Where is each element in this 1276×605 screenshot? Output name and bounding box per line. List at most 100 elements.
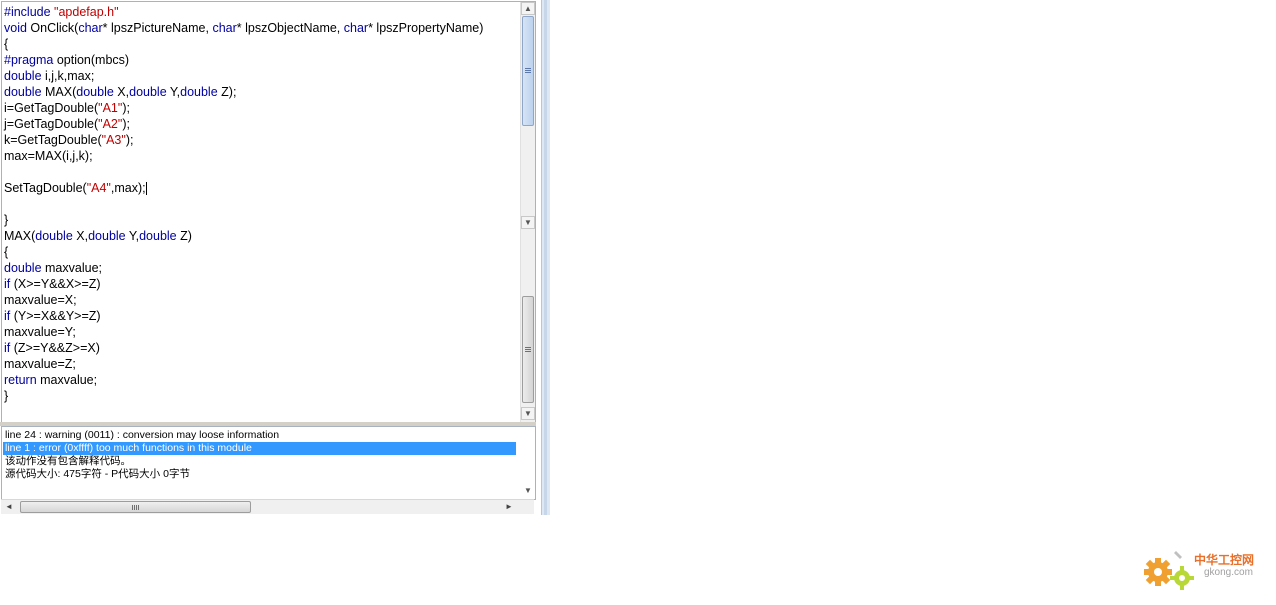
horizontal-scrollbar-thumb[interactable] — [20, 501, 251, 513]
code-text: ,max); — [110, 181, 146, 195]
code-lines[interactable]: #include "apdefap.h" void OnClick(char* l… — [4, 4, 483, 404]
output-scrollbar[interactable]: ▼ — [521, 427, 535, 499]
code-text: { — [4, 245, 9, 259]
code-line[interactable]: i=GetTagDouble("A1"); — [4, 100, 483, 116]
code-line[interactable]: max=MAX(i,j,k); — [4, 148, 483, 164]
code-text: MAX( — [41, 85, 77, 99]
code-text: maxvalue=X; — [4, 293, 77, 307]
code-text: Z) — [176, 229, 192, 243]
code-keyword: double — [129, 85, 167, 99]
code-keyword: double — [35, 229, 73, 243]
output-line[interactable]: line 24 : warning (0011) : conversion ma… — [3, 429, 279, 442]
output-line-selected[interactable]: line 1 : error (0xffff) too much functio… — [3, 442, 516, 455]
code-line[interactable]: { — [4, 244, 483, 260]
code-text: Y, — [166, 85, 181, 99]
code-keyword: double — [4, 85, 42, 99]
scroll-down-arrow-icon[interactable]: ▼ — [521, 485, 535, 498]
code-string: "A1" — [98, 101, 123, 115]
code-scrollbar-upper[interactable]: ▲ ▼ — [520, 2, 535, 230]
code-keyword: void — [4, 21, 27, 35]
code-line[interactable] — [4, 164, 483, 180]
code-line[interactable]: double maxvalue; — [4, 260, 483, 276]
code-line[interactable]: #pragma option(mbcs) — [4, 52, 483, 68]
output-line[interactable]: 源代码大小: 475字符 - P代码大小 0字节 — [3, 468, 190, 481]
code-string: "apdefap.h" — [54, 5, 119, 19]
code-line[interactable]: maxvalue=X; — [4, 292, 483, 308]
code-text: } — [4, 213, 9, 227]
code-line[interactable]: j=GetTagDouble("A2"); — [4, 116, 483, 132]
code-text: X, — [113, 85, 130, 99]
script-editor-window: #include "apdefap.h" void OnClick(char* l… — [0, 0, 542, 515]
code-line[interactable]: k=GetTagDouble("A3"); — [4, 132, 483, 148]
code-text: Z); — [217, 85, 237, 99]
code-keyword: double — [4, 69, 42, 83]
code-line[interactable]: if (Y>=X&&Y>=Z) — [4, 308, 483, 324]
scrollbar-thumb-upper[interactable] — [522, 16, 534, 126]
scroll-up-arrow-icon[interactable]: ▲ — [521, 2, 535, 15]
code-text: maxvalue; — [36, 373, 98, 387]
code-line[interactable]: return maxvalue; — [4, 372, 483, 388]
code-text: j=GetTagDouble( — [4, 117, 99, 131]
code-text: i=GetTagDouble( — [4, 101, 99, 115]
code-text: X, — [72, 229, 89, 243]
code-text: (Z>=Y&&Z>=X) — [10, 341, 100, 355]
gear-logo-icon — [1144, 551, 1194, 590]
watermark-site-name: 中华工控网 — [1194, 553, 1255, 567]
code-line[interactable]: maxvalue=Z; — [4, 356, 483, 372]
code-keyword: double — [4, 261, 42, 275]
code-text: ); — [122, 101, 130, 115]
code-line[interactable]: if (Z>=Y&&Z>=X) — [4, 340, 483, 356]
code-text: k=GetTagDouble( — [4, 133, 102, 147]
code-text: maxvalue=Y; — [4, 325, 76, 339]
code-keyword: #pragma — [4, 53, 54, 67]
code-text: (X>=Y&&X>=Z) — [10, 277, 101, 291]
output-panel[interactable]: line 24 : warning (0011) : conversion ma… — [1, 426, 536, 500]
code-text: SetTagDouble( — [4, 181, 87, 195]
code-text: * lpszPropertyName) — [368, 21, 484, 35]
code-string: "A4" — [86, 181, 111, 195]
code-line[interactable]: MAX(double X,double Y,double Z) — [4, 228, 483, 244]
output-horizontal-scrollbar[interactable]: ◄ ► — [1, 499, 534, 514]
code-keyword: char — [212, 21, 237, 35]
code-text: { — [4, 37, 9, 51]
code-line[interactable]: double i,j,k,max; — [4, 68, 483, 84]
text-caret — [145, 182, 147, 196]
code-line[interactable]: maxvalue=Y; — [4, 324, 483, 340]
scrollbar-thumb-lower[interactable] — [522, 296, 534, 403]
code-scrollbar-lower[interactable]: ▼ — [520, 230, 535, 422]
code-line[interactable]: void OnClick(char* lpszPictureName, char… — [4, 20, 483, 36]
code-keyword: char — [343, 21, 369, 35]
code-line[interactable]: #include "apdefap.h" — [4, 4, 483, 20]
code-text: ); — [125, 133, 134, 147]
code-editor[interactable]: #include "apdefap.h" void OnClick(char* l… — [1, 1, 536, 423]
code-keyword: double — [76, 85, 114, 99]
scroll-down-arrow-icon[interactable]: ▼ — [521, 216, 535, 229]
scroll-right-arrow-icon[interactable]: ► — [501, 500, 517, 514]
code-line[interactable] — [4, 196, 483, 212]
code-text: } — [4, 389, 9, 403]
code-line[interactable]: double MAX(double X,double Y,double Z); — [4, 84, 483, 100]
code-line[interactable]: } — [4, 388, 483, 404]
code-text: * lpszPictureName, — [102, 21, 213, 35]
code-text: OnClick( — [26, 21, 79, 35]
code-text: (Y>=X&&Y>=Z) — [10, 309, 101, 323]
code-text: * lpszObjectName, — [236, 21, 344, 35]
code-string: "A3" — [101, 133, 126, 147]
code-keyword: double — [139, 229, 177, 243]
code-line[interactable]: SetTagDouble("A4",max); — [4, 180, 483, 196]
code-keyword: #include — [4, 5, 55, 19]
code-text: max=MAX(i,j,k); — [4, 149, 93, 163]
output-line[interactable]: 该动作没有包含解释代码。 — [3, 455, 131, 468]
site-watermark: 中华工控网 gkong.com — [1140, 545, 1272, 600]
window-border — [541, 0, 550, 515]
code-line[interactable]: { — [4, 36, 483, 52]
code-line[interactable]: if (X>=Y&&X>=Z) — [4, 276, 483, 292]
watermark-domain: gkong.com — [1204, 567, 1253, 578]
scroll-down-arrow-icon[interactable]: ▼ — [521, 407, 535, 420]
code-text: Y, — [125, 229, 140, 243]
code-string: "A2" — [98, 117, 123, 131]
code-line[interactable]: } — [4, 212, 483, 228]
scroll-left-arrow-icon[interactable]: ◄ — [1, 500, 17, 514]
code-keyword: double — [88, 229, 126, 243]
code-text: maxvalue; — [41, 261, 102, 275]
